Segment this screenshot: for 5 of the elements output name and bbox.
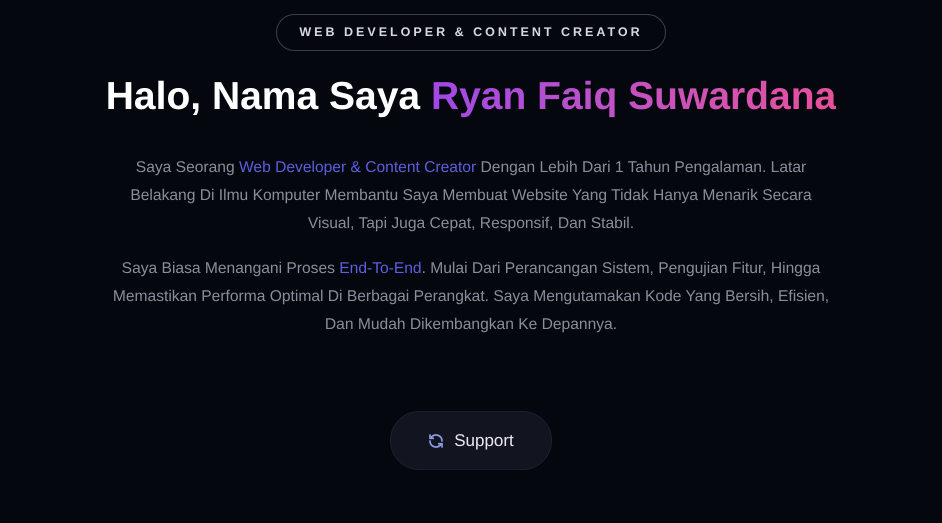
support-button[interactable]: Support: [390, 411, 552, 470]
role-badge: WEB DEVELOPER & CONTENT CREATOR: [276, 14, 666, 51]
intro-paragraph: Saya Seorang Web Developer & Content Creator Dengan Lebih Dari 1 Tahun Pengalaman. Latar Belakang Di Ilmu Komputer Membantu Saya Membuat Website Yang Tidak Hanya Menarik Secara Visual, Tapi Juga Cepat, Responsif, Dan Stabil.: [129, 158, 813, 234]
intro-paragraph: Saya Biasa Menangani Proses End-To-End. Mulai Dari Perancangan Sistem, Pengujian Fitur, Hingga Memastikan Performa Optimal Di Berbagai Perangkat. Saya Mengutamakan Kode Yang Bersih, Efisien, Dan Mudah Dikembangkan Ke Depannya.: [112, 259, 830, 335]
refresh-icon: [428, 432, 444, 448]
